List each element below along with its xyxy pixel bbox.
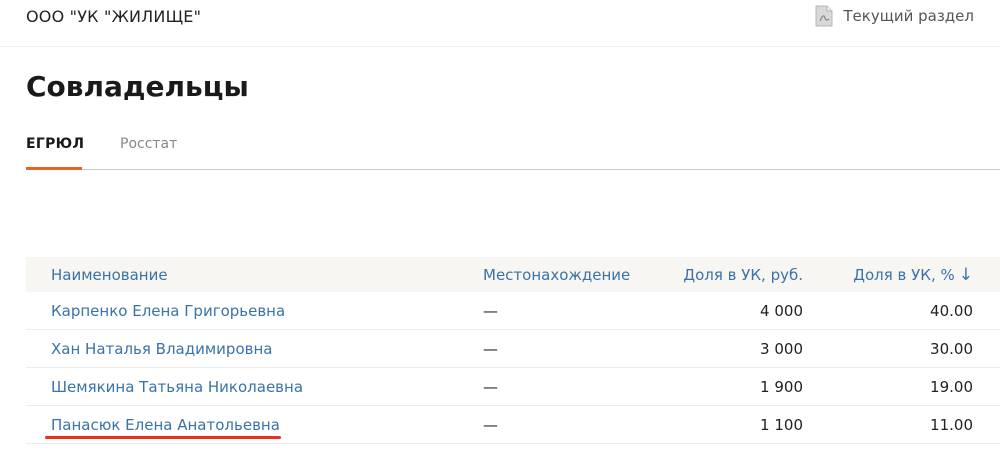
owners-table: Наименование Местонахождение Доля в УК, … — [26, 257, 1000, 444]
owner-share-pct: 11.00 — [803, 405, 973, 444]
row-spacer — [973, 292, 1000, 330]
pdf-file-icon — [815, 5, 833, 27]
row-spacer — [973, 405, 1000, 444]
owner-location: — — [483, 405, 653, 444]
table-row: Шемякина Татьяна Николаевна — 1 900 19.0… — [26, 367, 1000, 406]
tab-rosstat[interactable]: Росстат — [120, 133, 177, 169]
tabs: ЕГРЮЛ Росстат — [26, 133, 1000, 170]
column-header-share-pct[interactable]: Доля в УК, % ↓ — [803, 257, 973, 292]
table-header-spacer — [973, 257, 1000, 292]
owner-share-pct: 19.00 — [803, 367, 973, 406]
company-name: ООО "УК "ЖИЛИЩЕ" — [26, 7, 202, 26]
arrow-down-icon: ↓ — [958, 264, 973, 285]
owner-share-rub: 3 000 — [653, 329, 803, 368]
column-header-name[interactable]: Наименование — [26, 257, 483, 292]
current-section-link[interactable]: Текущий раздел — [815, 5, 974, 27]
owner-location: — — [483, 367, 653, 406]
owner-share-rub: 4 000 — [653, 292, 803, 330]
owner-share-rub: 1 900 — [653, 367, 803, 406]
column-header-location-label: Местонахождение — [483, 265, 631, 284]
owner-name-link[interactable]: Шемякина Татьяна Николаевна — [51, 378, 303, 396]
owner-share-pct: 40.00 — [803, 292, 973, 330]
row-spacer — [973, 329, 1000, 368]
page-title: Совладельцы — [26, 70, 249, 103]
owner-location: — — [483, 329, 653, 368]
table-row: Карпенко Елена Григорьевна — 4 000 40.00 — [26, 292, 1000, 330]
owner-share-rub: 1 100 — [653, 405, 803, 444]
owner-share-pct: 30.00 — [803, 329, 973, 368]
tab-egrul[interactable]: ЕГРЮЛ — [26, 133, 84, 170]
column-header-name-label: Наименование — [51, 265, 168, 284]
column-header-share-pct-label: Доля в УК, % — [853, 265, 955, 284]
owner-name-link[interactable]: Карпенко Елена Григорьевна — [51, 302, 285, 320]
table-header-row: Наименование Местонахождение Доля в УК, … — [26, 257, 1000, 292]
owner-location: — — [483, 292, 653, 330]
column-header-share-rub[interactable]: Доля в УК, руб. — [653, 257, 803, 292]
owner-name-link[interactable]: Хан Наталья Владимировна — [51, 340, 272, 358]
column-header-share-rub-label: Доля в УК, руб. — [683, 265, 803, 284]
table-row: Хан Наталья Владимировна — 3 000 30.00 — [26, 329, 1000, 368]
current-section-label: Текущий раздел — [843, 7, 974, 25]
owner-name-link[interactable]: Панасюк Елена Анатольевна — [51, 416, 280, 434]
highlight-underline — [45, 436, 281, 439]
row-spacer — [973, 367, 1000, 406]
column-header-location[interactable]: Местонахождение — [483, 257, 653, 292]
top-bar: ООО "УК "ЖИЛИЩЕ" Текущий раздел — [0, 0, 1000, 47]
